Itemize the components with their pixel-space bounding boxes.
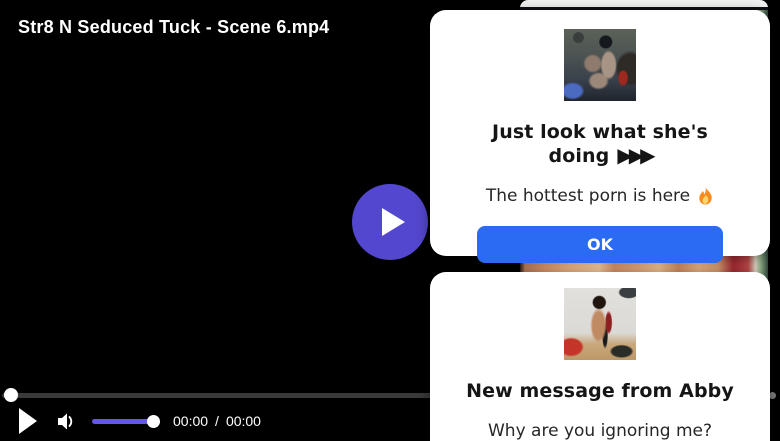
page: Str8 N Seduced Tuck - Scene 6.mp4 — [0, 0, 780, 441]
fire-emoji-icon — [697, 187, 714, 205]
play-button[interactable] — [18, 408, 38, 434]
popup-heading: New message from Abby — [442, 380, 758, 402]
popup-ad-hottest[interactable]: Just look what she's doing▶▶▶ The hottes… — [430, 10, 770, 256]
progress-handle[interactable] — [4, 388, 18, 402]
big-play-button[interactable] — [352, 184, 428, 260]
ok-button[interactable]: OK — [477, 226, 723, 263]
mute-button[interactable] — [57, 412, 76, 431]
popup-thumbnail-photo[interactable] — [564, 288, 636, 360]
video-title: Str8 N Seduced Tuck - Scene 6.mp4 — [18, 17, 329, 38]
triple-play-arrows-icon: ▶▶▶ — [617, 143, 651, 167]
volume-handle[interactable] — [147, 415, 160, 428]
popup-heading-text: Just look what she's doing — [492, 121, 708, 167]
popup-thumbnail-photo[interactable] — [564, 29, 636, 101]
volume-slider[interactable] — [92, 419, 153, 424]
time-separator: / — [215, 413, 219, 429]
player-controls: 00:00 / 00:00 — [0, 403, 430, 439]
popup-subtext-text: Why are you ignoring me? — [488, 421, 712, 441]
popup-subtext-text: The hottest porn is here — [486, 186, 690, 206]
popup-subtext: Why are you ignoring me? — [440, 421, 760, 441]
play-icon — [18, 408, 38, 434]
popup-subtext: The hottest porn is here — [440, 186, 760, 206]
play-icon — [382, 208, 405, 236]
volume-icon — [57, 412, 76, 431]
current-time: 00:00 — [173, 413, 208, 429]
time-display: 00:00 / 00:00 — [173, 413, 261, 429]
duration: 00:00 — [226, 413, 261, 429]
popup-heading: Just look what she's doing▶▶▶ — [442, 121, 758, 167]
popup-ad-message[interactable]: New message from Abby Why are you ignori… — [430, 272, 770, 441]
progress-bar-end — [769, 392, 776, 399]
